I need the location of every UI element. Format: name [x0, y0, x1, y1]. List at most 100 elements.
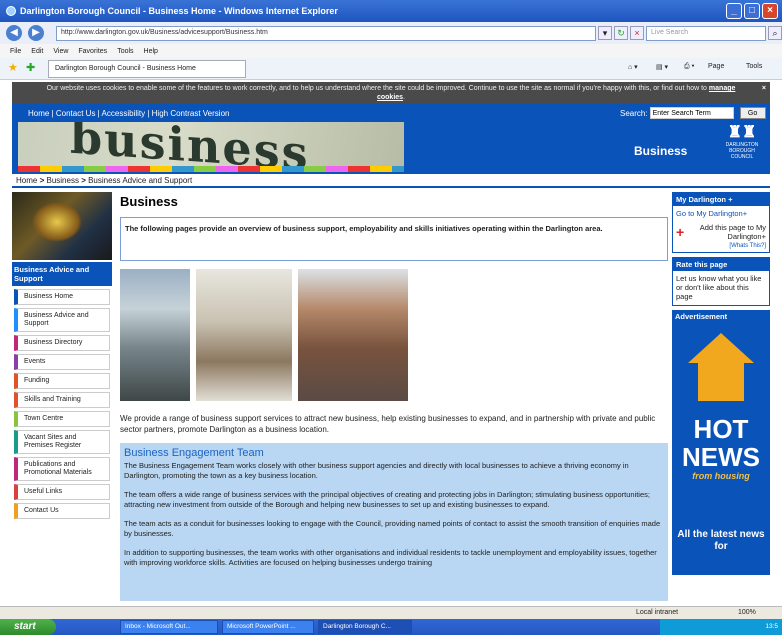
advert: Advertisement HOT NEWS from housing All t…: [672, 310, 770, 575]
tools-menu[interactable]: Tools: [746, 63, 762, 70]
breadcrumb: Home > Business > Business Advice and Su…: [12, 174, 770, 188]
favorites-bar: ★ ✚ Darlington Borough Council - Busines…: [0, 58, 782, 80]
advert-heading: Advertisement: [672, 310, 770, 323]
maximize-button[interactable]: □: [744, 3, 760, 19]
home-icon[interactable]: ⌂ ▾: [628, 63, 638, 71]
whats-this-link[interactable]: [Whats This?]: [673, 243, 769, 252]
feeds-icon[interactable]: ▤ ▾: [656, 63, 668, 71]
page-menu[interactable]: Page: [708, 63, 724, 70]
panel-heading: Business Engagement Team: [124, 447, 264, 459]
site-search: Search: Go: [620, 107, 766, 119]
crumb-business[interactable]: Business: [46, 176, 78, 185]
live-search-input[interactable]: Live Search: [646, 26, 766, 41]
dropdown-icon[interactable]: ▾: [598, 26, 612, 40]
panel-paragraph: The team acts as a conduit for businesse…: [124, 519, 661, 538]
rate-link[interactable]: Let us know what you like or don't like …: [673, 271, 769, 305]
close-button[interactable]: ×: [762, 3, 778, 19]
ad-hot-text: HOT NEWS: [682, 414, 760, 472]
go-button[interactable]: Go: [739, 107, 766, 119]
window-title: Darlington Borough Council - Business Ho…: [20, 6, 338, 16]
business-banner: business: [18, 122, 404, 172]
photo-meeting: [196, 269, 292, 401]
council-logo[interactable]: ♜♜ DARLINGTON BOROUGH COUNCIL: [722, 124, 762, 164]
site-search-input[interactable]: [649, 107, 734, 119]
menu-view[interactable]: View: [53, 48, 68, 55]
back-icon[interactable]: ◀: [6, 25, 22, 41]
hot-news-ad[interactable]: HOT NEWS from housing All the latest news…: [672, 323, 770, 575]
search-label: Search:: [620, 108, 648, 118]
cookie-text: Our website uses cookies to enable some …: [46, 85, 707, 92]
zone-text: Local intranet: [636, 609, 679, 616]
forward-icon[interactable]: ▶: [28, 25, 44, 41]
logo-text: DARLINGTON BOROUGH COUNCIL: [725, 142, 759, 160]
sidebar-item-directory[interactable]: Business Directory: [14, 335, 110, 351]
clock: 13:5: [765, 623, 778, 630]
toplink-home[interactable]: Home: [28, 109, 49, 118]
banner-word: business: [70, 122, 310, 172]
task-outlook[interactable]: Inbox - Microsoft Out...: [120, 620, 218, 634]
my-darlington-heading[interactable]: My Darlington +: [673, 193, 769, 206]
minimize-button[interactable]: _: [726, 3, 742, 19]
crumb-sep: >: [39, 176, 45, 185]
sidebar-item-vacant-sites[interactable]: Vacant Sites and Premises Register: [14, 430, 110, 454]
cookie-close-icon[interactable]: ×: [762, 84, 766, 93]
menu-tools[interactable]: Tools: [117, 48, 133, 55]
my-darlington-box: My Darlington + Go to My Darlington+ + A…: [672, 192, 770, 253]
top-links: Home | Contact Us | Accessibility | High…: [28, 109, 230, 118]
menu-bar: File Edit View Favorites Tools Help: [0, 44, 782, 58]
toplink-high-contrast[interactable]: High Contrast Version: [152, 109, 230, 118]
sidebar-photo: [12, 192, 112, 260]
right-sidebar: My Darlington + Go to My Darlington+ + A…: [672, 192, 770, 575]
ie-icon: [6, 6, 16, 16]
header-title: Business: [634, 144, 688, 158]
rate-heading: Rate this page: [673, 258, 769, 271]
go-my-darlington-link[interactable]: Go to My Darlington+: [673, 206, 769, 221]
left-sidebar: Business Advice and Support Business Hom…: [12, 192, 112, 522]
sidebar-item-useful-links[interactable]: Useful Links: [14, 484, 110, 500]
sidebar-item-advice-support[interactable]: Business Advice and Support: [14, 308, 110, 332]
add-page-text: Add this page to My Darlington+: [699, 223, 766, 241]
logo-icon: ♜♜: [727, 124, 757, 141]
stop-icon[interactable]: ×: [630, 26, 644, 40]
sidebar-item-events[interactable]: Events: [14, 354, 110, 370]
cookie-banner: Our website uses cookies to enable some …: [12, 82, 770, 104]
toplink-contact[interactable]: Contact Us: [56, 109, 96, 118]
favorites-star-icon[interactable]: ★: [8, 61, 18, 74]
add-favorite-icon[interactable]: ✚: [26, 61, 35, 74]
sidebar-item-business-home[interactable]: Business Home: [14, 289, 110, 305]
sidebar-heading: Business Advice and Support: [12, 262, 112, 286]
sidebar-item-publications[interactable]: Publications and Promotional Materials: [14, 457, 110, 481]
sidebar-item-contact[interactable]: Contact Us: [14, 503, 110, 519]
menu-help[interactable]: Help: [144, 48, 158, 55]
print-icon[interactable]: ⎙ ▾: [684, 63, 695, 71]
window-titlebar: Darlington Borough Council - Business Ho…: [0, 0, 782, 22]
intro-box: The following pages provide an overview …: [120, 217, 668, 261]
add-icon: +: [676, 223, 685, 240]
menu-edit[interactable]: Edit: [31, 48, 43, 55]
zoom-level[interactable]: 100%: [738, 609, 756, 616]
sidebar-item-town-centre[interactable]: Town Centre: [14, 411, 110, 427]
sidebar-item-skills[interactable]: Skills and Training: [14, 392, 110, 408]
crumb-current: Business Advice and Support: [88, 176, 193, 185]
status-bar: Local intranet 100%: [0, 606, 782, 619]
photo-cyclists: [120, 269, 190, 401]
crumb-sep: >: [81, 176, 86, 185]
refresh-icon[interactable]: ↻: [614, 26, 628, 40]
page-title: Business: [120, 194, 178, 209]
sidebar-nav: Business Home Business Advice and Suppor…: [12, 289, 112, 519]
site-header: Home | Contact Us | Accessibility | High…: [12, 104, 770, 174]
crumb-home[interactable]: Home: [16, 176, 37, 185]
sidebar-item-funding[interactable]: Funding: [14, 373, 110, 389]
add-page-link[interactable]: + Add this page to My Darlington+: [673, 221, 769, 243]
taskbar: start Inbox - Microsoft Out... Microsoft…: [0, 619, 782, 635]
menu-file[interactable]: File: [10, 48, 21, 55]
browser-tab[interactable]: Darlington Borough Council - Business Ho…: [48, 60, 246, 78]
start-button[interactable]: start: [0, 619, 56, 635]
address-input[interactable]: http://www.darlington.gov.uk/Business/ad…: [56, 26, 596, 41]
panel-paragraph: The team offers a wide range of business…: [124, 490, 650, 509]
task-powerpoint[interactable]: Microsoft PowerPoint ...: [222, 620, 314, 634]
toplink-accessibility[interactable]: Accessibility: [102, 109, 146, 118]
menu-favorites[interactable]: Favorites: [78, 48, 107, 55]
search-icon[interactable]: ⌕: [768, 26, 782, 40]
task-ie[interactable]: Darlington Borough C...: [318, 620, 412, 634]
